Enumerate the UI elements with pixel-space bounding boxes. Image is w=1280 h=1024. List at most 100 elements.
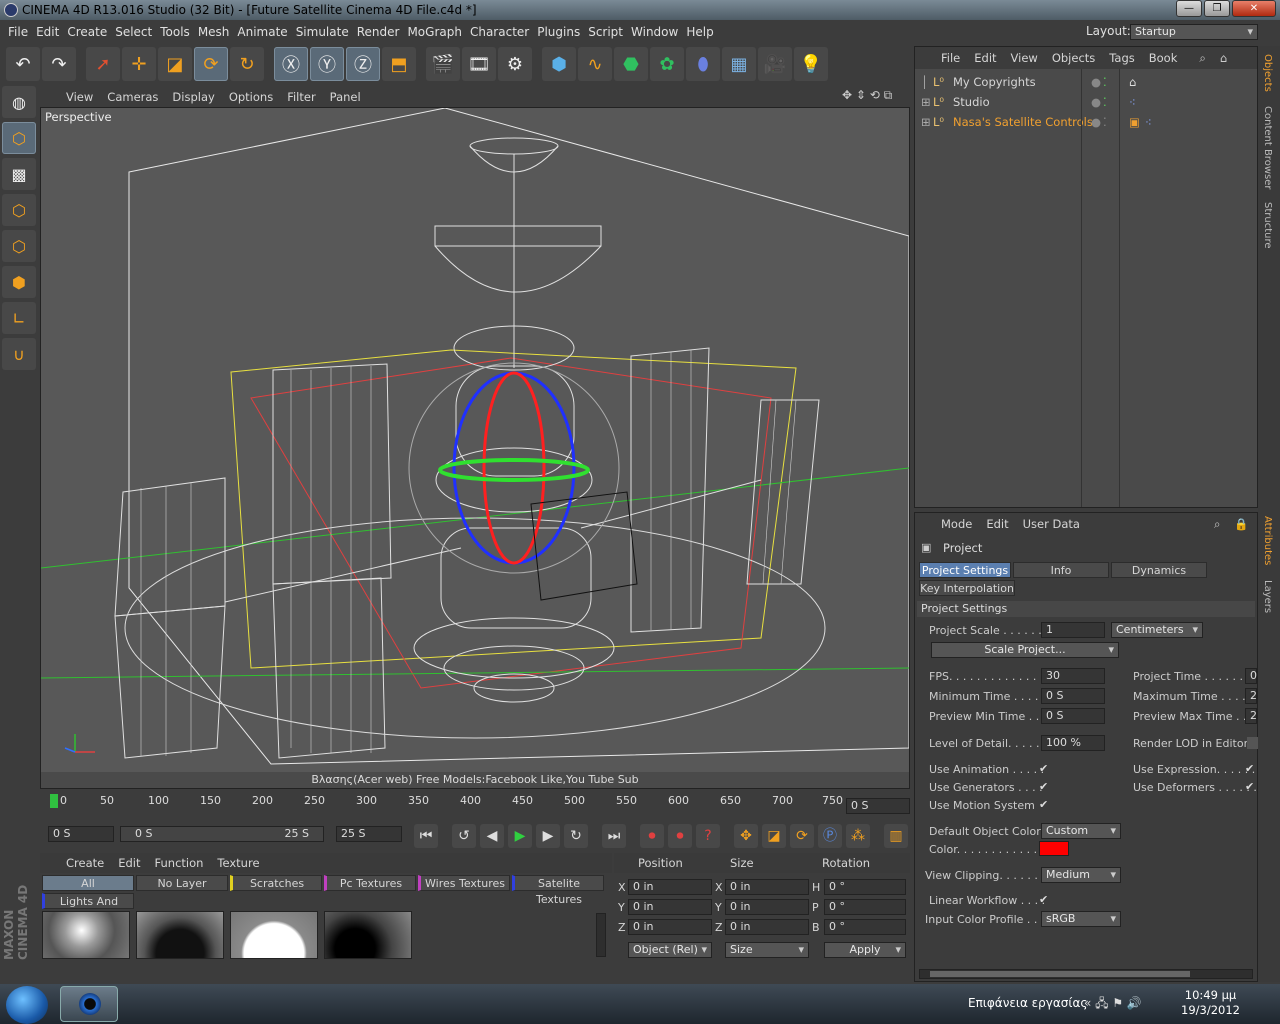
object-menu-view[interactable]: View — [1011, 51, 1038, 65]
use-expression-checkbox[interactable]: ✔ — [1245, 763, 1257, 775]
current-frame-field[interactable]: 0 S — [846, 798, 910, 814]
menu-simulate[interactable]: Simulate — [296, 25, 357, 39]
use-motion-system-checkbox[interactable]: ✔ — [1039, 799, 1051, 811]
menu-script[interactable]: Script — [588, 25, 631, 39]
position-x-field[interactable]: 0 in — [628, 879, 712, 895]
render-view-icon[interactable]: 🎬 — [426, 47, 460, 81]
search-icon[interactable]: ⌕ — [1199, 51, 1205, 66]
keyframe-selection-icon[interactable]: ? — [696, 824, 720, 848]
side-tab-objects[interactable]: Objects — [1262, 54, 1273, 92]
key-scale-icon[interactable]: ◪ — [762, 824, 786, 848]
object-menu-book[interactable]: Book — [1149, 51, 1178, 65]
side-tab-content-browser[interactable]: Content Browser — [1262, 106, 1273, 189]
search-icon[interactable]: ⌕ — [1214, 517, 1220, 532]
key-pla-icon[interactable]: ⁂ — [846, 824, 870, 848]
visibility-dots[interactable]: ● — [1091, 113, 1101, 131]
attribute-menu-mode[interactable]: Mode — [941, 517, 972, 531]
key-position-icon[interactable]: ✥ — [734, 824, 758, 848]
level-of-detail-field[interactable]: 100 % — [1041, 735, 1105, 751]
home-icon[interactable]: ⌂ — [1220, 51, 1227, 65]
menu-tools[interactable]: Tools — [160, 25, 198, 39]
next-key-icon[interactable]: ↻ — [564, 824, 588, 848]
scale-unit-dropdown[interactable]: Centimeters — [1111, 622, 1203, 638]
size-x-field[interactable]: 0 in — [725, 879, 809, 895]
position-y-field[interactable]: 0 in — [628, 899, 712, 915]
menu-render[interactable]: Render — [357, 25, 408, 39]
view-clipping-dropdown[interactable]: Medium — [1041, 867, 1121, 883]
default-object-color-dropdown[interactable]: Custom — [1041, 823, 1121, 839]
use-generators-checkbox[interactable]: ✔ — [1039, 781, 1051, 793]
menu-character[interactable]: Character — [470, 25, 537, 39]
maximum-time-field[interactable]: 2 — [1245, 688, 1257, 704]
autokey-icon[interactable]: ⏺ — [668, 824, 692, 848]
viewport-menu-display[interactable]: Display — [172, 90, 214, 104]
recent-tool-icon[interactable]: ↻ — [230, 47, 264, 81]
cube-icon[interactable]: ⬢ — [542, 47, 576, 81]
rotation-h-field[interactable]: 0 ° — [824, 879, 906, 895]
perspective-viewport[interactable]: Perspective Βλασης(Acer web) Free Models… — [40, 107, 910, 789]
material-swatch[interactable] — [136, 911, 224, 959]
viewport-nav-icons[interactable]: ✥ ⇕ ⟲ ⧉ — [842, 88, 892, 103]
color-swatch[interactable] — [1039, 841, 1069, 856]
material-menu-edit[interactable]: Edit — [118, 856, 140, 870]
axis-mode-icon[interactable]: ∟ — [2, 302, 36, 334]
material-swatch[interactable] — [230, 911, 318, 959]
coordinate-system-icon[interactable]: ⬒ — [382, 47, 416, 81]
project-time-field[interactable]: 0 — [1245, 668, 1257, 684]
polygons-mode-icon[interactable]: ⬢ — [2, 266, 36, 298]
tag-icon[interactable]: ⁖ — [1129, 93, 1136, 111]
rotate-icon[interactable]: ⟳ — [194, 47, 228, 81]
floor-icon[interactable]: ▦ — [722, 47, 756, 81]
expand-icon[interactable]: ⊞ — [921, 113, 931, 131]
camera-icon[interactable]: 🎥 — [758, 47, 792, 81]
layer-tab-all[interactable]: All — [42, 875, 134, 891]
material-menu-create[interactable]: Create — [66, 856, 104, 870]
taskbar-clock[interactable]: 10:49 μμ 19/3/2012 — [1181, 988, 1240, 1018]
linear-workflow-checkbox[interactable]: ✔ — [1039, 894, 1051, 906]
side-tab-structure[interactable]: Structure — [1262, 202, 1273, 249]
lock-icon[interactable]: 🔒 — [1234, 517, 1248, 531]
rotation-b-field[interactable]: 0 ° — [824, 919, 906, 935]
next-frame-icon[interactable]: ▶ — [536, 824, 560, 848]
viewport-menu-options[interactable]: Options — [229, 90, 273, 104]
project-scale-field[interactable]: 1 — [1041, 622, 1105, 638]
play-icon[interactable]: ▶ — [508, 824, 532, 848]
check-icon[interactable]: ⁚ — [1103, 93, 1107, 111]
start-time-field[interactable]: 0 S — [48, 826, 114, 842]
material-swatch[interactable] — [42, 911, 130, 959]
make-editable-icon[interactable]: ◍ — [2, 86, 36, 118]
menu-animate[interactable]: Animate — [237, 25, 295, 39]
timeline-window-icon[interactable]: ▥ — [884, 824, 908, 848]
object-menu-file[interactable]: File — [941, 51, 960, 65]
object-row[interactable]: │ L⁰ My Copyrights ● ⁚ ⌂ — [917, 73, 1257, 91]
tab-key-interpolation[interactable]: Key Interpolation — [919, 580, 1015, 596]
menu-select[interactable]: Select — [115, 25, 160, 39]
start-button[interactable] — [6, 986, 48, 1024]
record-keys-icon[interactable]: ⏺ — [640, 824, 664, 848]
size-z-field[interactable]: 0 in — [725, 919, 809, 935]
side-tab-attributes[interactable]: Attributes — [1262, 516, 1273, 565]
attribute-horizontal-scrollbar[interactable] — [919, 969, 1253, 979]
layer-tab-pc-textures[interactable]: Pc Textures — [324, 875, 416, 891]
go-to-start-icon[interactable]: ⏮ — [414, 824, 438, 848]
layout-dropdown[interactable]: Startup — [1130, 24, 1258, 40]
scale-project-button[interactable]: Scale Project... — [931, 642, 1119, 658]
menu-window[interactable]: Window — [631, 25, 686, 39]
tab-project-settings[interactable]: Project Settings — [919, 562, 1011, 578]
xpresso-tag-icon[interactable]: ▣ — [1129, 113, 1140, 131]
z-axis-icon[interactable]: Ⓩ — [346, 47, 380, 81]
menu-file[interactable]: File — [8, 25, 36, 39]
menu-edit[interactable]: Edit — [36, 25, 67, 39]
tag-icon[interactable]: ⁖ — [1145, 113, 1152, 131]
coordinate-mode-dropdown[interactable]: Object (Rel) — [628, 942, 712, 958]
use-deformers-checkbox[interactable]: ✔ — [1245, 781, 1257, 793]
x-axis-icon[interactable]: Ⓧ — [274, 47, 308, 81]
key-parameter-icon[interactable]: Ⓟ — [818, 824, 842, 848]
size-y-field[interactable]: 0 in — [725, 899, 809, 915]
y-axis-icon[interactable]: Ⓨ — [310, 47, 344, 81]
points-mode-icon[interactable]: ⬡ — [2, 194, 36, 226]
use-animation-checkbox[interactable]: ✔ — [1039, 763, 1051, 775]
close-button[interactable]: ✕ — [1232, 0, 1276, 17]
deformer-icon[interactable]: ⬮ — [686, 47, 720, 81]
preview-min-time-field[interactable]: 0 S — [1041, 708, 1105, 724]
